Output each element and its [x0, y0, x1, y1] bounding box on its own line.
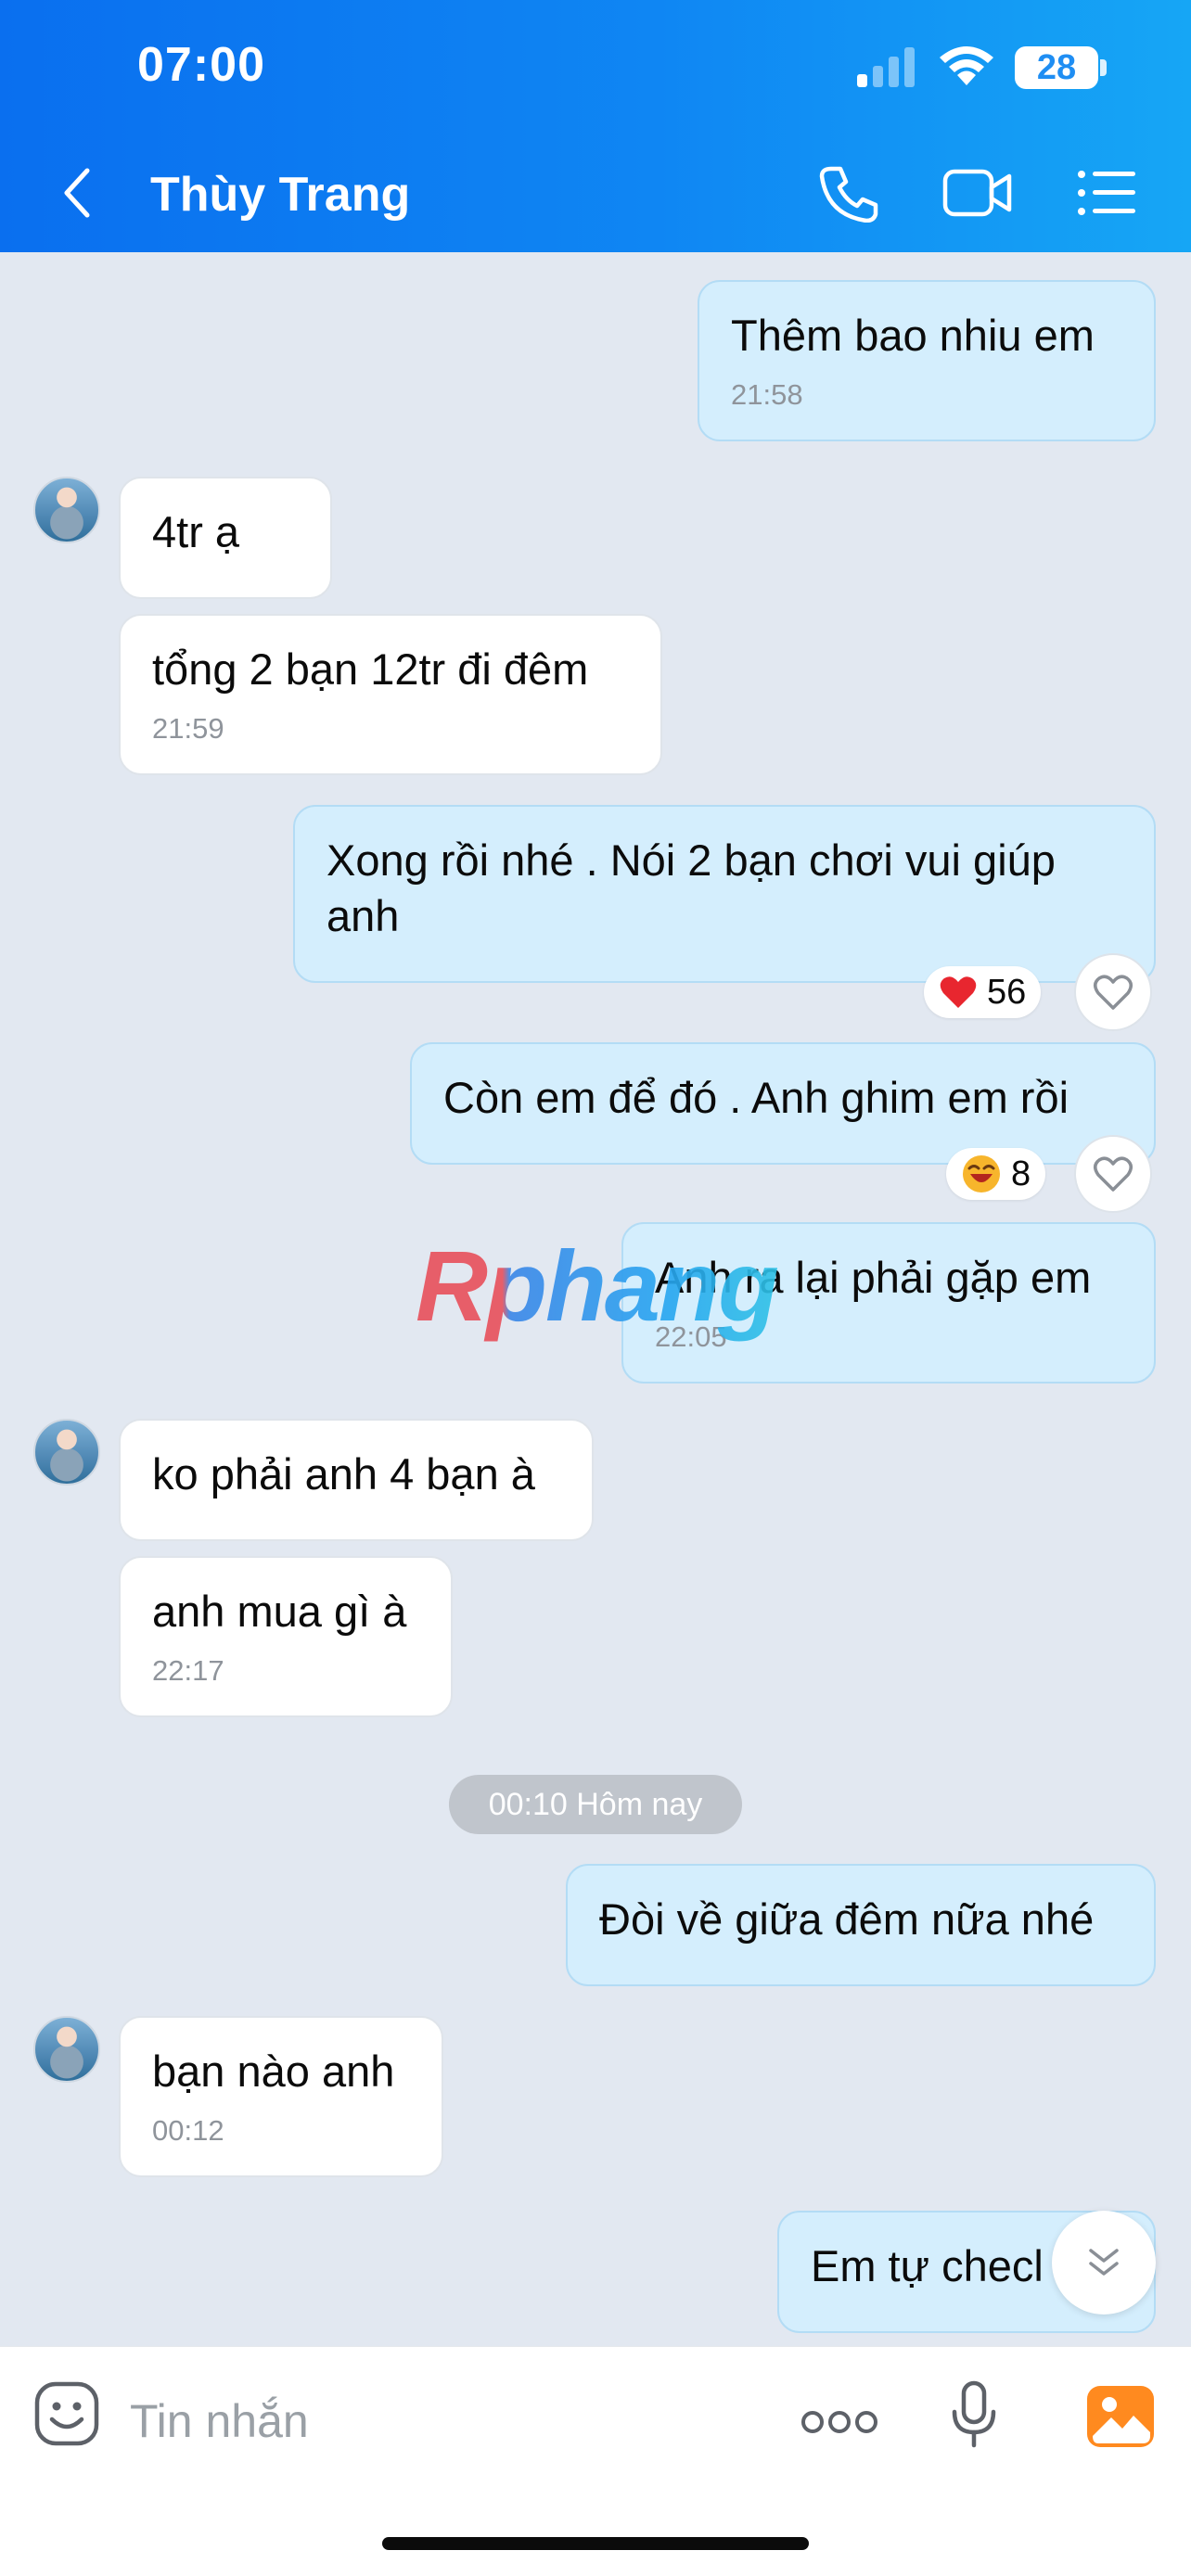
message-incoming[interactable]: 4tr ạ: [119, 477, 332, 599]
message-text: Còn em để đó . Anh ghim em rồi: [443, 1073, 1069, 1122]
reaction-count: 8: [1011, 1154, 1031, 1193]
back-arrow-icon[interactable]: [56, 165, 102, 221]
scroll-to-bottom-button[interactable]: [1052, 2211, 1156, 2315]
contact-name[interactable]: Thùy Trang: [150, 167, 410, 223]
microphone-icon[interactable]: [950, 2380, 998, 2449]
heart-reaction-icon: [940, 976, 977, 1008]
battery-indicator: 28: [1015, 46, 1098, 89]
message-time: 22:05: [655, 1320, 727, 1353]
sticker-icon[interactable]: [33, 2380, 100, 2447]
status-time: 07:00: [137, 38, 265, 92]
date-separator: 00:10 Hôm nay: [449, 1775, 742, 1834]
like-button[interactable]: [1074, 953, 1152, 1031]
message-text: anh mua gì à: [152, 1587, 407, 1636]
more-options-icon[interactable]: [801, 2408, 877, 2436]
message-text: bạn nào anh: [152, 2047, 395, 2096]
message-text: Anh ra lại phải gặp em: [655, 1253, 1092, 1302]
message-text: ko phải anh 4 bạn à: [152, 1449, 535, 1498]
contact-avatar[interactable]: [33, 1419, 100, 1486]
message-outgoing[interactable]: Xong rồi nhé . Nói 2 bạn chơi vui giúp a…: [293, 805, 1156, 983]
message-incoming[interactable]: ko phải anh 4 bạn à: [119, 1419, 594, 1541]
message-time: 21:59: [152, 712, 224, 745]
message-text: Thêm bao nhiu em: [731, 311, 1095, 360]
message-incoming[interactable]: anh mua gì à 22:17: [119, 1556, 453, 1717]
message-outgoing[interactable]: Còn em để đó . Anh ghim em rồi: [410, 1042, 1156, 1165]
message-incoming[interactable]: tổng 2 bạn 12tr đi đêm 21:59: [119, 614, 662, 775]
phone-call-icon[interactable]: [818, 163, 879, 223]
message-text: 4tr ạ: [152, 507, 240, 556]
double-chevron-down-icon: [1089, 2249, 1119, 2276]
contact-avatar[interactable]: [33, 477, 100, 543]
menu-list-icon[interactable]: [1076, 167, 1137, 219]
message-outgoing[interactable]: Thêm bao nhiu em 21:58: [698, 280, 1156, 441]
chat-header: 07:00 28 Thùy Trang: [0, 0, 1191, 252]
heart-outline-icon: [1094, 1156, 1133, 1192]
cellular-signal-icon: [857, 47, 915, 87]
reaction-count: 56: [987, 973, 1027, 1012]
laughing-reaction-icon: [963, 1155, 1000, 1192]
like-button[interactable]: [1074, 1135, 1152, 1213]
battery-tip: [1100, 59, 1107, 76]
reaction-badge[interactable]: 56: [924, 966, 1042, 1018]
reaction-badge[interactable]: 8: [946, 1148, 1046, 1200]
message-time: 22:17: [152, 1654, 224, 1687]
message-outgoing[interactable]: Đòi về giữa đêm nữa nhé: [566, 1864, 1156, 1986]
message-outgoing[interactable]: Anh ra lại phải gặp em 22:05: [621, 1222, 1156, 1384]
message-text: tổng 2 bạn 12tr đi đêm: [152, 644, 589, 694]
wifi-icon: [940, 46, 993, 85]
contact-avatar[interactable]: [33, 2016, 100, 2083]
home-indicator: [382, 2537, 809, 2550]
message-text: Đòi về giữa đêm nữa nhé: [599, 1894, 1095, 1944]
video-call-icon[interactable]: [942, 167, 1013, 219]
message-input[interactable]: [130, 2384, 742, 2458]
image-gallery-icon[interactable]: [1085, 2384, 1156, 2449]
message-time: 00:12: [152, 2114, 224, 2147]
message-time: 21:58: [731, 378, 803, 411]
message-incoming[interactable]: bạn nào anh 00:12: [119, 2016, 443, 2177]
message-text: Xong rồi nhé . Nói 2 bạn chơi vui giúp a…: [327, 835, 1056, 940]
heart-outline-icon: [1094, 975, 1133, 1010]
